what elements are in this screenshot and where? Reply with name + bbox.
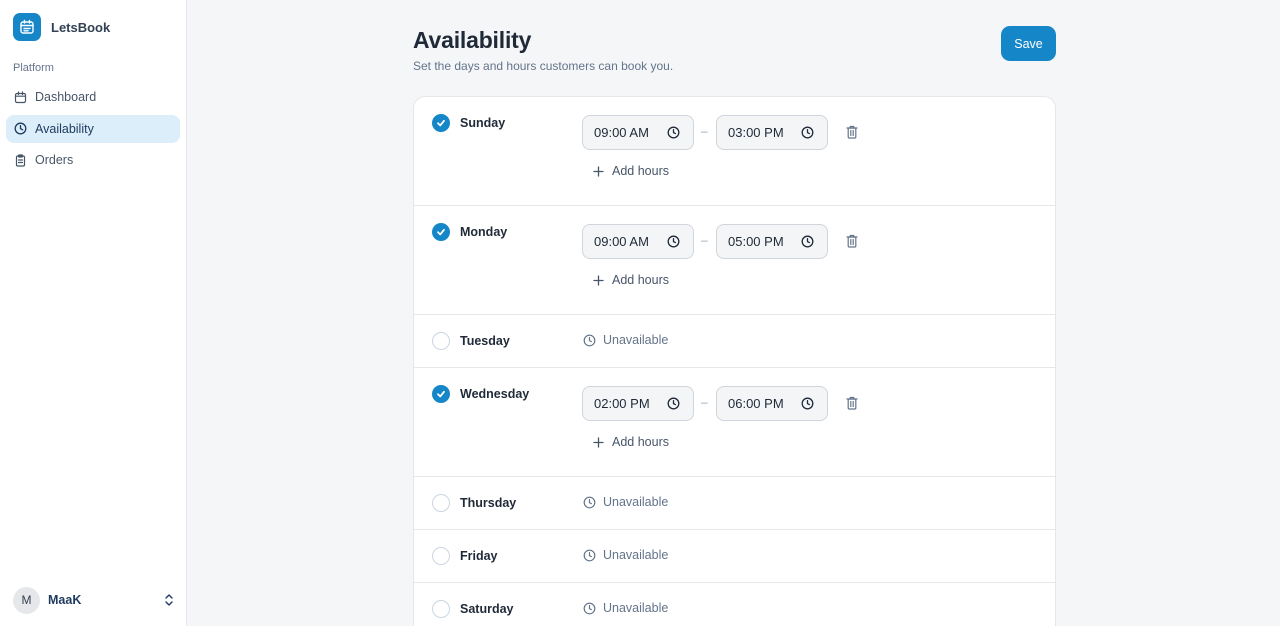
day-row-thursday: Thursday Unavailable [414,477,1055,530]
sidebar: LetsBook Platform Dashboard Availability… [0,0,187,626]
add-hours-button[interactable]: Add hours [592,273,669,287]
unavailable-status: Unavailable [582,495,668,509]
day-row-friday: Friday Unavailable [414,530,1055,583]
clock-icon [667,397,680,410]
unavailable-label: Unavailable [603,333,669,347]
avatar: M [13,586,40,614]
day-checkbox-sunday[interactable] [432,114,450,132]
unavailable-status: Unavailable [582,601,668,615]
availability-card: Sunday 09:00 AM – 03:00 PM Add hours Mon… [413,96,1056,626]
day-row-sunday: Sunday 09:00 AM – 03:00 PM Add hours [414,97,1055,206]
day-name: Friday [460,549,498,563]
unavailable-label: Unavailable [603,495,669,509]
add-hours-button[interactable]: Add hours [592,435,669,449]
clock-icon [801,397,814,410]
end-time-value: 05:00 PM [728,234,784,249]
start-time-value: 02:00 PM [594,396,650,411]
end-time-input[interactable]: 03:00 PM [716,115,828,150]
clock-icon [14,122,27,135]
sidebar-item-orders[interactable]: Orders [6,146,180,174]
check-icon [437,390,445,398]
save-button[interactable]: Save [1001,26,1056,61]
day-name: Saturday [460,602,514,616]
plus-icon [592,165,604,177]
plus-icon [592,436,604,448]
sidebar-item-dashboard[interactable]: Dashboard [6,83,180,111]
clock-icon [582,495,596,509]
page-subtitle: Set the days and hours customers can boo… [413,59,674,73]
start-time-input[interactable]: 02:00 PM [582,386,694,421]
sidebar-nav: Dashboard Availability Orders [6,83,180,178]
calendar-icon [13,13,41,41]
day-row-tuesday: Tuesday Unavailable [414,315,1055,368]
start-time-input[interactable]: 09:00 AM [582,224,694,259]
day-checkbox-friday[interactable] [432,547,450,565]
sidebar-item-availability[interactable]: Availability [6,114,180,143]
sidebar-item-label: Dashboard [35,90,97,104]
clipboard-icon [14,153,27,167]
day-name: Thursday [460,496,517,510]
day-checkbox-saturday[interactable] [432,600,450,618]
day-checkbox-thursday[interactable] [432,494,450,512]
plus-icon [592,274,604,286]
sidebar-item-label: Orders [35,153,74,167]
day-checkbox-monday[interactable] [432,223,450,241]
unavailable-status: Unavailable [582,548,668,562]
end-time-value: 06:00 PM [728,396,784,411]
brand[interactable]: LetsBook [13,13,110,41]
day-checkbox-wednesday[interactable] [432,385,450,403]
day-name: Tuesday [460,334,510,348]
chevron-up-down-icon [163,593,175,607]
add-hours-label: Add hours [612,164,669,178]
clock-icon [667,235,680,248]
user-name: MaaK [48,593,82,607]
day-name: Sunday [460,116,506,130]
user-menu[interactable]: M MaaK [13,586,175,614]
calendar-icon [14,90,27,104]
day-checkbox-tuesday[interactable] [432,332,450,350]
clock-icon [801,126,814,139]
start-time-value: 09:00 AM [594,234,649,249]
end-time-input[interactable]: 05:00 PM [716,224,828,259]
add-hours-label: Add hours [612,435,669,449]
clock-icon [582,548,596,562]
trash-icon[interactable] [844,124,860,140]
day-name: Monday [460,225,508,239]
day-name: Wednesday [460,387,530,401]
day-row-saturday: Saturday Unavailable [414,583,1055,626]
add-hours-button[interactable]: Add hours [592,164,669,178]
unavailable-label: Unavailable [603,548,669,562]
clock-icon [582,333,596,347]
trash-icon[interactable] [844,233,860,249]
sidebar-item-label: Availability [35,121,94,136]
add-hours-label: Add hours [612,273,669,287]
check-icon [437,228,445,236]
unavailable-label: Unavailable [603,601,669,615]
start-time-input[interactable]: 09:00 AM [582,115,694,150]
range-separator: – [701,395,708,409]
day-row-monday: Monday 09:00 AM – 05:00 PM Add hours [414,206,1055,315]
clock-icon [582,601,596,615]
page-title: Availability [413,27,532,53]
end-time-value: 03:00 PM [728,125,784,140]
check-icon [437,119,445,127]
nav-section-label: Platform [13,62,54,74]
day-row-wednesday: Wednesday 02:00 PM – 06:00 PM Add hours [414,368,1055,477]
start-time-value: 09:00 AM [594,125,649,140]
trash-icon[interactable] [844,395,860,411]
unavailable-status: Unavailable [582,333,668,347]
brand-name: LetsBook [51,19,111,35]
range-separator: – [701,233,708,247]
clock-icon [667,126,680,139]
range-separator: – [701,124,708,138]
end-time-input[interactable]: 06:00 PM [716,386,828,421]
clock-icon [801,235,814,248]
